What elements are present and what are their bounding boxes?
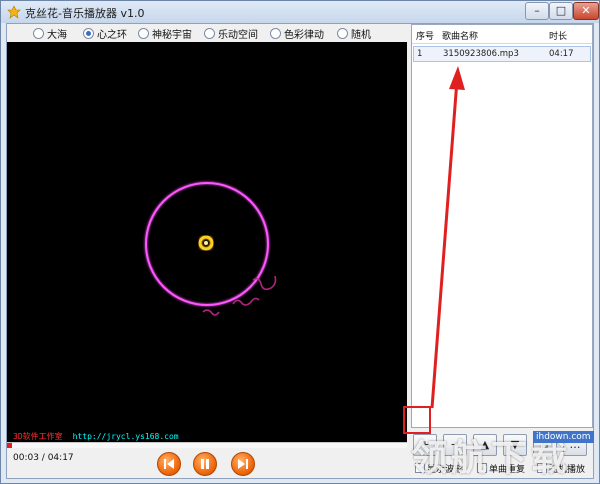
current-time: 00:03 [13,453,39,463]
next-icon [238,459,248,469]
pause-button[interactable] [193,452,217,476]
header-duration[interactable]: 时长 [549,29,567,42]
close-button[interactable]: ✕ [573,2,599,20]
mode-label: 乐动空间 [218,30,258,41]
radio-icon[interactable] [204,28,215,39]
progress-bar[interactable] [7,442,407,448]
mode-label: 大海 [47,30,67,41]
app-window: 克丝花-音乐播放器 v1.0 – □ ✕ 大海 心之环 神秘宇宙 乐动空间 色彩… [0,0,600,484]
title-bar[interactable]: 克丝花-音乐播放器 v1.0 – □ ✕ [1,1,599,23]
client-area: 大海 心之环 神秘宇宙 乐动空间 色彩律动 随机 3D软件工作室 http://j… [6,23,594,479]
heart-ring-visual [145,182,277,316]
time-separator: / [38,453,48,463]
header-name[interactable]: 歌曲名称 [442,29,478,42]
mode-label: 神秘宇宙 [152,30,192,41]
total-time: 04:17 [47,453,74,463]
header-index[interactable]: 序号 [416,29,434,42]
row-duration: 04:17 [549,49,574,59]
studio-url[interactable]: http://jrycl.ys168.com [73,432,179,441]
mode-random[interactable]: 随机 [337,26,371,41]
mode-mystic-universe[interactable]: 神秘宇宙 [138,26,192,41]
mode-label: 色彩律动 [284,30,324,41]
playlist[interactable]: 序号 歌曲名称 时长 1 3150923806.mp3 04:17 [411,24,593,428]
pause-icon [201,459,209,469]
app-logo-icon [7,5,21,19]
row-index: 1 [417,49,423,59]
studio-name: 3D软件工作室 [13,432,63,441]
playlist-row[interactable]: 1 3150923806.mp3 04:17 [413,46,591,62]
time-display: 00:03 / 04:17 [13,453,74,463]
previous-icon [164,459,174,469]
maximize-button[interactable]: □ [549,2,573,20]
radio-icon[interactable] [33,28,44,39]
mode-label: 心之环 [97,30,127,41]
mode-heart-ring[interactable]: 心之环 [83,26,127,41]
mode-label: 随机 [351,30,371,41]
visual-mode-group: 大海 心之环 神秘宇宙 乐动空间 色彩律动 随机 [7,24,407,42]
radio-icon[interactable] [337,28,348,39]
mode-music-space[interactable]: 乐动空间 [204,26,258,41]
radio-icon[interactable] [270,28,281,39]
core-center-shape [204,241,208,245]
radio-icon[interactable] [138,28,149,39]
studio-watermark: 3D软件工作室 http://jrycl.ys168.com [13,431,179,442]
next-button[interactable] [231,452,255,476]
window-title: 克丝花-音乐播放器 v1.0 [25,7,145,20]
minimize-button[interactable]: – [525,2,549,20]
site-watermark-url: ihdown.com [533,431,594,443]
row-name: 3150923806.mp3 [443,49,519,59]
progress-fill [7,443,12,448]
radio-selected-icon[interactable] [83,28,94,39]
previous-button[interactable] [157,452,181,476]
playlist-header: 序号 歌曲名称 时长 [412,25,592,44]
mode-ocean[interactable]: 大海 [33,26,67,41]
visualizer-canvas[interactable] [7,42,407,442]
mode-color-rhythm[interactable]: 色彩律动 [270,26,324,41]
